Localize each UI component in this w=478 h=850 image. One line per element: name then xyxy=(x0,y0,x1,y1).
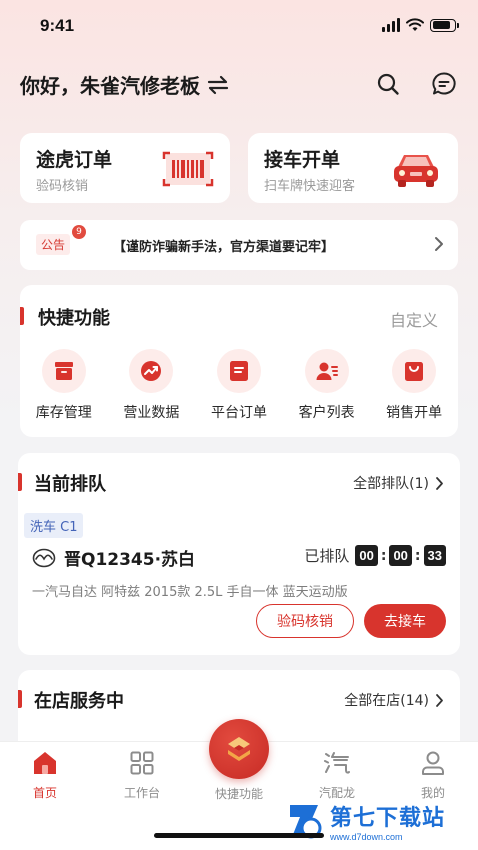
shortcut-label: 营业数据 xyxy=(123,405,180,421)
queue-panel: 当前排队 全部排队(1) 洗车 C1 晋Q12345·苏白 已排队 00 : 0… xyxy=(18,453,460,655)
chevron-right-icon xyxy=(436,693,443,707)
card-title: 途虎订单 xyxy=(36,149,113,171)
card-title: 接车开单 xyxy=(264,149,341,171)
grid-icon xyxy=(130,751,154,775)
all-queue-link[interactable]: 全部排队(1) xyxy=(353,473,444,493)
shortcut-platform-orders[interactable]: 平台订单 xyxy=(195,349,283,422)
notice-bar[interactable]: 公告 9 【谨防诈骗新手法，官方渠道要记牢】 xyxy=(20,220,458,270)
shortcut-customer-list[interactable]: 客户列表 xyxy=(283,349,371,422)
shortcut-center-label: 快捷功能 xyxy=(214,787,263,801)
watermark-url: www.d7down.com xyxy=(330,832,403,842)
timer-hours: 00 xyxy=(355,545,378,566)
shopping-bag-icon xyxy=(405,362,424,381)
chevron-right-icon xyxy=(435,237,443,251)
search-icon xyxy=(377,73,399,95)
watermark-title: 第七下载站 xyxy=(330,806,446,831)
battery-icon xyxy=(430,18,459,32)
tab-profile[interactable]: 我的 xyxy=(398,750,468,801)
shortcut-business-data[interactable]: 营业数据 xyxy=(108,349,196,422)
section-marker xyxy=(20,307,24,325)
license-plate: 晋Q12345·苏白 xyxy=(64,550,196,570)
go-pickup-button[interactable]: 去接车 xyxy=(364,604,446,638)
queue-status: 已排队 xyxy=(304,547,350,565)
shortcut-title: 快捷功能 xyxy=(38,308,110,329)
shortcut-icon xyxy=(228,737,250,761)
all-in-store-link[interactable]: 全部在店(14) xyxy=(344,690,444,710)
timer-seconds: 33 xyxy=(423,545,446,566)
home-icon xyxy=(34,752,56,774)
queue-title: 当前排队 xyxy=(34,474,106,495)
inventory-icon xyxy=(54,362,73,380)
timer-minutes: 00 xyxy=(389,545,412,566)
barcode-scan-icon xyxy=(162,151,214,187)
wifi-icon xyxy=(406,18,424,31)
car-description: 一汽马自达 阿特兹 2015款 2.5L 手自一体 蓝天运动版 xyxy=(32,585,348,600)
status-time: 9:41 xyxy=(40,16,75,35)
shortcut-label: 销售开单 xyxy=(386,405,443,421)
in-store-title: 在店服务中 xyxy=(34,691,124,712)
shortcut-center-button[interactable] xyxy=(209,719,269,779)
home-indicator xyxy=(154,833,324,838)
tuhu-order-card[interactable]: 途虎订单 验码核销 xyxy=(20,133,230,203)
shortcut-row: 库存管理 营业数据 平台订单 客户列表 销售开单 xyxy=(20,349,458,422)
tab-parts[interactable]: 汽配龙 xyxy=(302,750,372,801)
pickup-order-card[interactable]: 接车开单 扫车牌快速迎客 xyxy=(248,133,458,203)
status-icons xyxy=(382,18,459,32)
profile-icon xyxy=(422,751,444,775)
shortcut-label: 库存管理 xyxy=(35,405,92,421)
greeting-text: 你好，朱雀汽修老板 xyxy=(20,74,200,98)
notice-badge: 9 xyxy=(72,225,86,239)
customer-list-icon xyxy=(316,362,338,380)
verify-code-button[interactable]: 验码核销 xyxy=(256,604,354,638)
order-doc-icon xyxy=(229,361,248,381)
card-subtitle: 扫车牌快速迎客 xyxy=(264,179,356,194)
notice-tag: 公告 xyxy=(36,234,71,255)
shortcut-label: 平台订单 xyxy=(210,405,267,421)
all-queue-label: 全部排队(1) xyxy=(353,476,429,492)
status-bar: 9:41 xyxy=(0,0,478,56)
search-button[interactable] xyxy=(373,69,403,99)
tab-label: 工作台 xyxy=(123,786,160,800)
red-car-icon xyxy=(394,155,438,187)
tab-workbench[interactable]: 工作台 xyxy=(107,750,177,801)
card-subtitle: 验码核销 xyxy=(36,179,89,194)
customize-button[interactable]: 自定义 xyxy=(390,307,438,331)
message-button[interactable] xyxy=(429,69,459,99)
message-icon xyxy=(432,72,456,95)
vehicle-row[interactable]: 晋Q12345·苏白 xyxy=(32,545,195,570)
queue-timer: 已排队 00 : 00 : 33 xyxy=(304,545,446,566)
shortcut-inventory[interactable]: 库存管理 xyxy=(20,349,108,422)
service-tag: 洗车 C1 xyxy=(24,513,84,538)
shortcut-panel: 快捷功能 自定义 库存管理 营业数据 平台订单 客户列表 销售开单 xyxy=(20,285,458,437)
tab-label: 汽配龙 xyxy=(318,786,355,800)
tab-label: 我的 xyxy=(420,786,445,800)
tab-label: 首页 xyxy=(32,786,57,800)
battery-level xyxy=(432,21,451,29)
section-marker xyxy=(18,690,22,708)
notice-text: 【谨防诈骗新手法，官方渠道要记牢】 xyxy=(113,240,335,255)
greeting-switch[interactable]: 你好，朱雀汽修老板 xyxy=(20,70,230,99)
all-in-store-label: 全部在店(14) xyxy=(344,693,429,709)
section-marker xyxy=(18,473,22,491)
chevron-right-icon xyxy=(436,476,443,490)
shortcut-label: 客户列表 xyxy=(298,405,355,421)
shortcut-sales-order[interactable]: 销售开单 xyxy=(370,349,458,422)
tab-home[interactable]: 首页 xyxy=(10,750,80,801)
signal-icon xyxy=(382,18,400,32)
parts-icon xyxy=(324,752,350,774)
mazda-logo-icon xyxy=(32,548,56,567)
switch-icon xyxy=(207,75,229,94)
trend-chart-icon xyxy=(141,361,162,381)
